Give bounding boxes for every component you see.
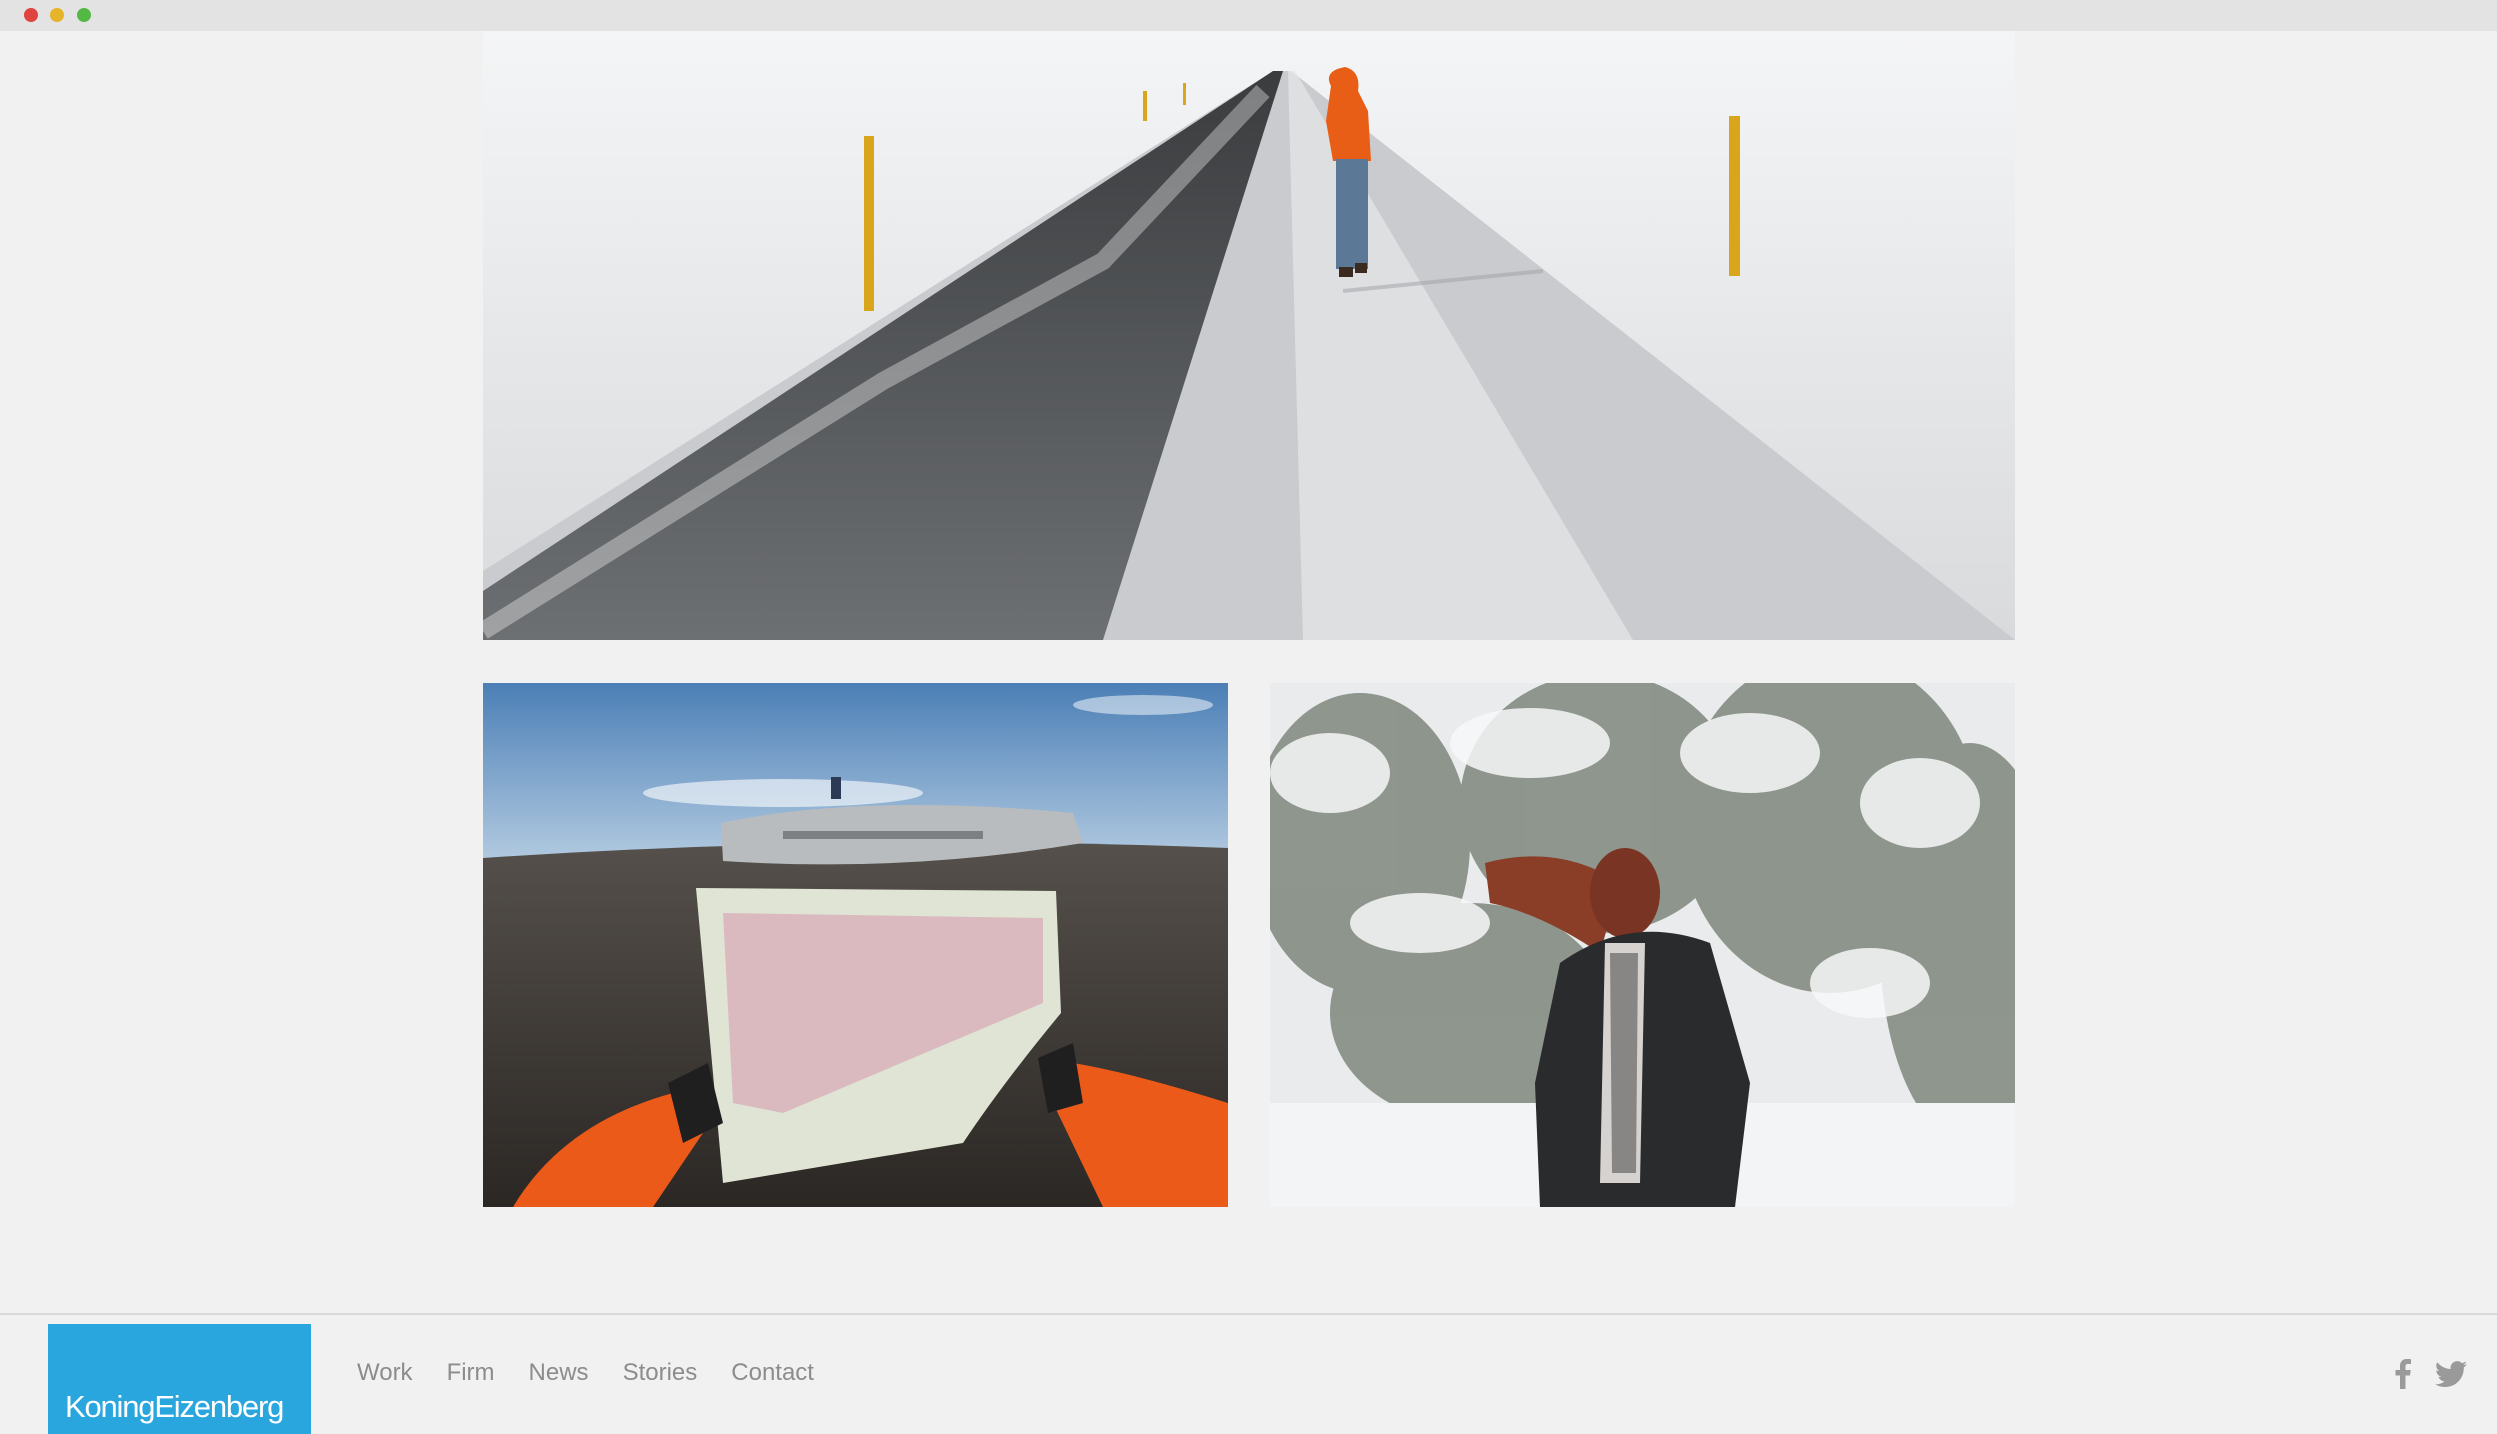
logo-text: KoningEizenberg: [65, 1389, 284, 1424]
facebook-icon[interactable]: [2395, 1359, 2411, 1389]
social-links: [2395, 1359, 2467, 1389]
window-titlebar: [0, 0, 2497, 31]
window-maximize-button[interactable]: [77, 8, 91, 22]
koning-eizenberg-logo[interactable]: KoningEizenberg: [48, 1324, 311, 1434]
nav-item-news[interactable]: News: [529, 1359, 589, 1387]
plane-wreck-map-photo[interactable]: [483, 683, 1228, 1207]
nav-item-contact[interactable]: Contact: [731, 1359, 814, 1387]
woman-snow-forest-photo[interactable]: [1270, 683, 2015, 1207]
nav-item-firm[interactable]: Firm: [447, 1359, 495, 1387]
window-close-button[interactable]: [24, 8, 38, 22]
window-minimize-button[interactable]: [50, 8, 64, 22]
footer-nav: Work Firm News Stories Contact: [357, 1359, 848, 1387]
twitter-icon[interactable]: [2435, 1361, 2467, 1387]
nav-item-work[interactable]: Work: [357, 1359, 413, 1387]
nav-item-stories[interactable]: Stories: [623, 1359, 698, 1387]
snowy-road-photo[interactable]: [483, 31, 2015, 640]
site-footer: KoningEizenberg Work Firm News Stories C…: [0, 1313, 2497, 1434]
